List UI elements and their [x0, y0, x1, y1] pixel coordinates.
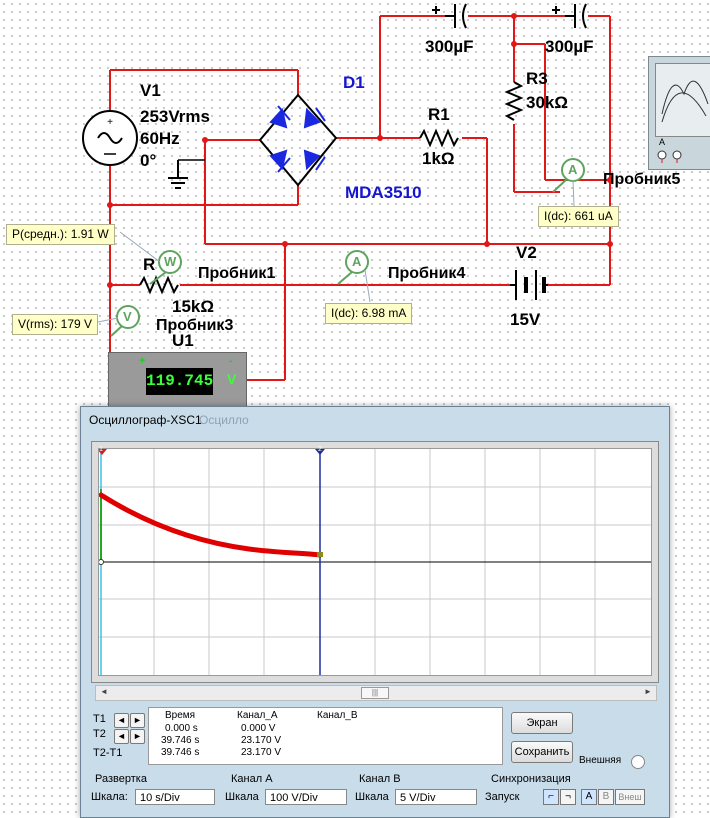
- save-button[interactable]: Сохранить: [511, 741, 573, 763]
- voltmeter-unit: V: [227, 371, 237, 387]
- screen-button[interactable]: Экран: [511, 712, 573, 734]
- v1-name: V1: [140, 81, 161, 100]
- d1-name: D1: [343, 73, 365, 92]
- row3-time: 39.746 s: [161, 747, 200, 758]
- probe1-name: Пробник1: [198, 265, 276, 282]
- mini-scope-a-label: A: [659, 137, 666, 147]
- resistor-r1[interactable]: [419, 128, 459, 148]
- sync-title: Синхронизация: [491, 773, 571, 785]
- cha-title: Канал A: [231, 773, 273, 785]
- mini-scope-screen: [655, 63, 710, 137]
- col-chb-header: Канал_B: [317, 710, 358, 721]
- oscilloscope-window[interactable]: Осциллограф-XSC1 Осцилло 1 2 ◄ ||| ► T1 …: [80, 406, 670, 818]
- t1-left-arrow-icon[interactable]: ◄: [114, 713, 129, 728]
- cap-left-value: 300µF: [425, 37, 474, 56]
- probe-idc4-callout: I(dc): 6.98 mA: [325, 303, 413, 325]
- ammeter4-glyph: A: [352, 254, 362, 269]
- resistor-r3[interactable]: [504, 81, 524, 121]
- chb-scale-input[interactable]: 5 V/Div: [395, 789, 477, 805]
- cap-right-value: 300µF: [545, 37, 594, 56]
- v1-frequency: 60Hz: [140, 129, 180, 148]
- t2-left-arrow-icon[interactable]: ◄: [114, 729, 129, 744]
- trigger-source-b[interactable]: B: [598, 789, 614, 805]
- meter-plus-terminal: +: [139, 355, 146, 367]
- col-time-header: Время: [165, 710, 196, 721]
- ac-source-v1[interactable]: +: [82, 110, 138, 166]
- scope-screen-frame: 1 2: [91, 441, 659, 683]
- ground-icon: [168, 160, 188, 189]
- scroll-left-icon[interactable]: ◄: [98, 687, 110, 697]
- sync-trigger-label: Запуск: [485, 791, 520, 803]
- wattmeter-glyph: W: [164, 254, 177, 269]
- horizontal-scrollbar[interactable]: ◄ ||| ►: [95, 685, 657, 701]
- r3-name: R3: [526, 69, 548, 88]
- probe-power-callout: P(средн.): 1.91 W: [6, 224, 115, 246]
- chb-title: Канал B: [359, 773, 401, 785]
- r-value: 15kΩ: [172, 297, 214, 316]
- scroll-right-icon[interactable]: ►: [642, 687, 654, 697]
- probe3-name: Пробник3: [156, 317, 234, 334]
- t1-right-arrow-icon[interactable]: ►: [130, 713, 145, 728]
- col-cha-header: Канал_A: [237, 710, 278, 721]
- probe5-name: Пробник5: [603, 171, 681, 188]
- voltmeter-u1[interactable]: + - 119.745 V: [108, 352, 247, 409]
- diode-bridge-d1[interactable]: [258, 93, 338, 187]
- scope-screen[interactable]: 1 2: [97, 446, 652, 676]
- sweep-scale-label: Шкала:: [91, 791, 128, 803]
- r-name: R: [143, 255, 156, 274]
- t1-label: T1: [93, 713, 106, 725]
- r3-value: 30kΩ: [526, 93, 568, 112]
- trigger-source-external[interactable]: Внеш: [615, 789, 645, 805]
- r1-name: R1: [428, 105, 450, 124]
- cursor-1-flag[interactable]: 1: [99, 446, 103, 453]
- sweep-scale-input[interactable]: 10 s/Div: [135, 789, 215, 805]
- probe4-name: Пробник4: [388, 265, 466, 282]
- chb-scale-label: Шкала: [355, 791, 389, 803]
- v2-value: 15V: [510, 310, 541, 329]
- trigger-falling-edge-icon[interactable]: ¬: [560, 789, 576, 805]
- v1-phase: 0°: [140, 151, 157, 170]
- u1-name: U1: [172, 331, 194, 350]
- ammeter5-glyph: A: [568, 162, 578, 177]
- cursor-2-flag[interactable]: 2: [318, 446, 322, 453]
- scroll-thumb[interactable]: |||: [361, 687, 389, 699]
- svg-text:+: +: [107, 117, 113, 128]
- meter-minus-terminal: -: [229, 355, 233, 367]
- voltmeter-glyph: V: [123, 309, 132, 324]
- r1-value: 1kΩ: [422, 149, 455, 168]
- sweep-title: Развертка: [95, 773, 147, 785]
- v1-voltage: 253Vrms: [140, 107, 210, 126]
- probe-vrms-callout: V(rms): 179 V: [12, 314, 99, 336]
- battery-v2[interactable]: [510, 270, 548, 300]
- trigger-source-a[interactable]: A: [581, 789, 597, 805]
- t2t1-label: T2-T1: [93, 747, 123, 759]
- v2-name: V2: [516, 243, 537, 262]
- row1-cha: 0.000 V: [241, 723, 276, 734]
- window-title: Осциллограф-XSC1: [89, 413, 202, 427]
- trigger-rising-edge-icon[interactable]: ⌐: [543, 789, 559, 805]
- window-title-ghost: Осцилло: [199, 413, 249, 427]
- external-label: Внешняя: [579, 755, 622, 766]
- voltmeter-display: 119.745: [146, 368, 213, 395]
- cha-scale-label: Шкала: [225, 791, 259, 803]
- d1-model: MDA3510: [345, 183, 422, 202]
- probe-idc5-callout: I(dc): 661 uA: [538, 206, 619, 228]
- row2-time: 39.746 s: [161, 735, 200, 746]
- row1-time: 0.000 s: [165, 723, 198, 734]
- row2-cha: 23.170 V: [241, 735, 282, 746]
- row3-cha: 23.170 V: [241, 747, 282, 758]
- resistor-r[interactable]: [139, 275, 179, 295]
- oscilloscope-xsc1-icon[interactable]: A: [648, 56, 710, 170]
- cursor-readout-table: Время Канал_A Канал_B 0.000 s 0.000 V 39…: [148, 707, 503, 765]
- t2-label: T2: [93, 728, 106, 740]
- t2-right-arrow-icon[interactable]: ►: [130, 729, 145, 744]
- external-radio[interactable]: [631, 755, 645, 769]
- cha-scale-input[interactable]: 100 V/Div: [265, 789, 347, 805]
